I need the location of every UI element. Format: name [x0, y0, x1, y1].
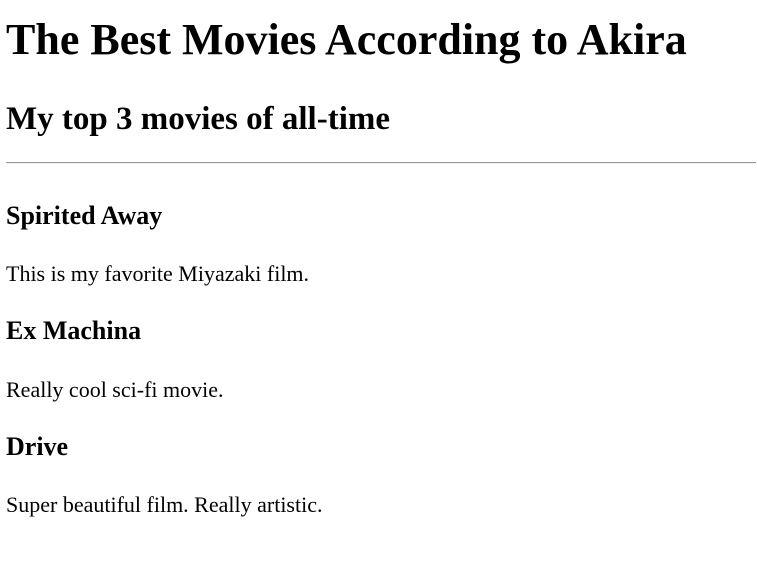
movie-title-ex-machina: Ex Machina	[6, 316, 142, 345]
movie-description-drive: Super beautiful film. Really artistic.	[6, 492, 323, 517]
movie-title-spirited-away: Spirited Away	[6, 201, 163, 230]
page-title: The Best Movies According to Akira	[6, 15, 687, 64]
divider	[6, 162, 756, 164]
page-subtitle: My top 3 movies of all-time	[6, 101, 390, 137]
movie-description-spirited-away: This is my favorite Miyazaki film.	[6, 261, 310, 286]
movie-title-drive: Drive	[6, 432, 69, 461]
movie-description-ex-machina: Really cool sci-fi movie.	[6, 377, 224, 402]
